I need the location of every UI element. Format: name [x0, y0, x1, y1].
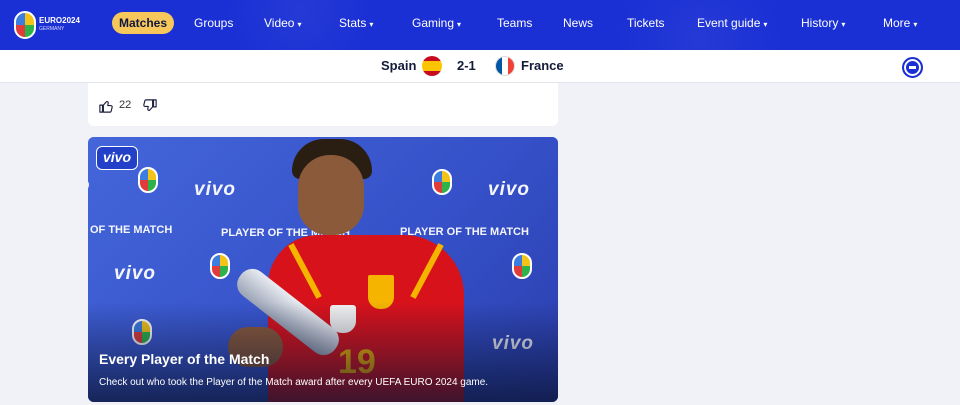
player-face: [298, 155, 364, 235]
vivo-badge: vivo: [96, 146, 138, 170]
nav-item-event-guide[interactable]: Event guide ▾: [697, 16, 767, 30]
match-centre-icon[interactable]: [902, 57, 923, 78]
nav-item-groups[interactable]: Groups: [194, 16, 233, 30]
home-team-name: Spain: [381, 58, 417, 73]
nav-item-news[interactable]: News: [563, 16, 593, 30]
euro-logo-icon: [210, 253, 230, 279]
top-navigation: EURO2024 GERMANY Matches Groups Video ▾ St…: [0, 0, 960, 50]
euro-logo-icon: [138, 167, 158, 193]
thumbs-down-icon[interactable]: [143, 99, 157, 113]
backdrop-text: OF THE MATCH: [90, 224, 173, 236]
card-description: Check out who took the Player of the Mat…: [99, 377, 489, 388]
nav-item-label: Video: [264, 16, 295, 30]
nav-item-tickets[interactable]: Tickets: [627, 16, 665, 30]
euro-logo-icon: [512, 253, 532, 279]
chevron-down-icon: ▾: [763, 20, 768, 29]
sponsor-logo: vivo: [488, 179, 531, 200]
thumbs-up-icon[interactable]: [99, 99, 113, 113]
player-of-the-match-card[interactable]: vivo o vivo vivo vivo vivo OF THE MATCH …: [88, 137, 558, 402]
euro-trophy-logo-icon: [14, 11, 36, 39]
match-score-bar[interactable]: Spain 2-1 France: [0, 50, 960, 83]
nav-item-label: News: [563, 16, 594, 30]
nav-item-label: Groups: [194, 16, 234, 30]
nav-item-label: Gaming: [412, 16, 455, 30]
card-title[interactable]: Every Player of the Match: [99, 351, 269, 367]
nav-item-gaming[interactable]: Gaming ▾: [412, 16, 461, 30]
away-team-name: France: [521, 58, 564, 73]
nav-item-video[interactable]: Video ▾: [264, 16, 302, 30]
france-flag-icon: [495, 56, 515, 76]
like-count: 22: [119, 99, 132, 111]
chevron-down-icon: ▾: [913, 20, 918, 29]
sponsor-logo: vivo: [114, 263, 157, 284]
nav-item-label: Matches: [119, 16, 168, 30]
nav-item-label: Event guide: [697, 16, 761, 30]
match-score: 2-1: [457, 58, 476, 73]
chevron-down-icon: ▾: [369, 20, 374, 29]
nav-item-history[interactable]: History ▾: [801, 16, 845, 30]
logo-subtext: GERMANY: [39, 26, 65, 32]
logo-text: EURO2024: [39, 16, 80, 25]
chevron-down-icon: ▾: [457, 20, 462, 29]
nav-item-label: Tickets: [627, 16, 665, 30]
nav-item-teams[interactable]: Teams: [497, 16, 532, 30]
feedback-card: 22: [88, 83, 558, 126]
chevron-down-icon: ▾: [841, 20, 846, 29]
nav-item-label: History: [801, 16, 839, 30]
nav-item-label: Stats: [339, 16, 367, 30]
euro2024-logo[interactable]: EURO2024 GERMANY: [14, 9, 84, 41]
nav-item-more[interactable]: More ▾: [883, 16, 917, 30]
nav-item-stats[interactable]: Stats ▾: [339, 16, 373, 30]
chevron-down-icon: ▾: [297, 20, 302, 29]
nav-item-matches[interactable]: Matches: [112, 12, 175, 34]
nav-item-label: Teams: [497, 16, 533, 30]
nav-item-label: More: [883, 16, 911, 30]
sponsor-logo: o: [88, 175, 91, 197]
spain-flag-icon: [422, 56, 442, 76]
sponsor-logo: vivo: [194, 179, 237, 200]
